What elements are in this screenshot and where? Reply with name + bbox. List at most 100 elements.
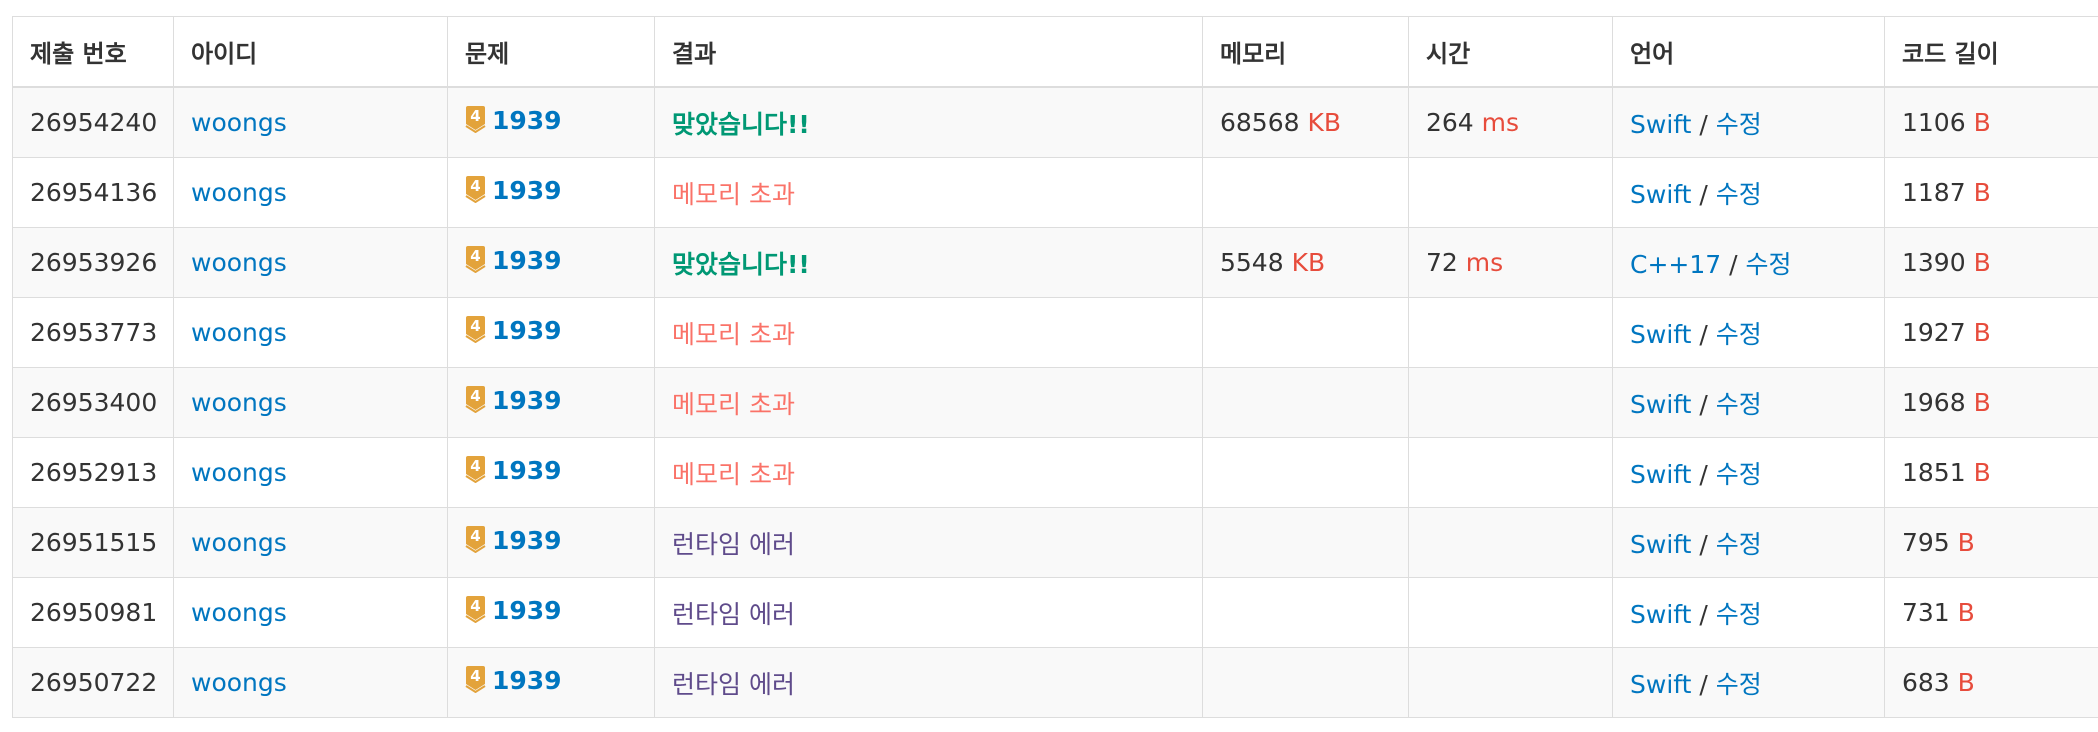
- user-id-cell: woongs: [173, 227, 448, 298]
- user-id-cell: woongs: [173, 437, 448, 508]
- problem-cell: 4 1939: [447, 367, 655, 438]
- tier-level-text: 4: [470, 457, 480, 475]
- code-length-value: 1927: [1902, 318, 1966, 347]
- submission-id-cell: 26954240: [12, 86, 174, 158]
- edit-link[interactable]: 수정: [1746, 250, 1792, 279]
- submission-id: 26950722: [30, 668, 158, 697]
- table-row: 26951515 woongs 4 1939 런타임 에러 Swift / 수정…: [12, 507, 2098, 578]
- problem-link[interactable]: 1939: [492, 246, 562, 275]
- code-length-cell: 683 B: [1884, 647, 2098, 718]
- result-cell: 맞았습니다!!: [654, 227, 1203, 298]
- edit-link[interactable]: 수정: [1716, 180, 1762, 209]
- problem-link[interactable]: 1939: [492, 176, 562, 205]
- problem-cell: 4 1939: [447, 227, 655, 298]
- problem-link[interactable]: 1939: [492, 106, 562, 135]
- edit-link[interactable]: 수정: [1716, 390, 1762, 419]
- gold-4-tier-icon: 4: [465, 526, 486, 559]
- user-id-link[interactable]: woongs: [191, 248, 287, 277]
- code-length-cell: 1968 B: [1884, 367, 2098, 438]
- table-row: 26950981 woongs 4 1939 런타임 에러 Swift / 수정…: [12, 577, 2098, 648]
- memory-cell: 5548 KB: [1202, 227, 1409, 298]
- code-length-unit: B: [1973, 248, 1991, 277]
- memory-cell: [1202, 157, 1409, 228]
- language-cell: C++17 / 수정: [1612, 227, 1885, 298]
- user-id-cell: woongs: [173, 157, 448, 228]
- memory-unit: KB: [1291, 248, 1326, 277]
- user-id-link[interactable]: woongs: [191, 668, 287, 697]
- problem-link[interactable]: 1939: [492, 596, 562, 625]
- user-id-link[interactable]: woongs: [191, 108, 287, 137]
- code-length-value: 731: [1902, 598, 1950, 627]
- table-row: 26950722 woongs 4 1939 런타임 에러 Swift / 수정…: [12, 647, 2098, 718]
- problem-link[interactable]: 1939: [492, 666, 562, 695]
- problem-link[interactable]: 1939: [492, 456, 562, 485]
- column-header-user-id: 아이디: [173, 16, 448, 88]
- time-cell: [1408, 507, 1613, 578]
- separator-slash: /: [1699, 179, 1708, 209]
- edit-link[interactable]: 수정: [1716, 530, 1762, 559]
- submission-id-cell: 26953926: [12, 227, 174, 298]
- edit-link[interactable]: 수정: [1716, 110, 1762, 139]
- language-link[interactable]: Swift: [1630, 180, 1691, 209]
- separator-slash: /: [1699, 389, 1708, 419]
- gold-4-tier-icon: 4: [465, 316, 486, 349]
- language-link[interactable]: Swift: [1630, 670, 1691, 699]
- submission-id-cell: 26954136: [12, 157, 174, 228]
- user-id-link[interactable]: woongs: [191, 528, 287, 557]
- problem-cell: 4 1939: [447, 577, 655, 648]
- language-link[interactable]: Swift: [1630, 530, 1691, 559]
- code-length-value: 1968: [1902, 388, 1966, 417]
- submission-id: 26953773: [30, 318, 158, 347]
- tier-level-text: 4: [470, 387, 480, 405]
- code-length-cell: 1187 B: [1884, 157, 2098, 228]
- language-cell: Swift / 수정: [1612, 577, 1885, 648]
- problem-cell: 4 1939: [447, 157, 655, 228]
- memory-unit: KB: [1307, 108, 1342, 137]
- result-cell: 런타임 에러: [654, 577, 1203, 648]
- language-cell: Swift / 수정: [1612, 367, 1885, 438]
- column-header-submission-id: 제출 번호: [12, 16, 174, 88]
- table-row: 26954136 woongs 4 1939 메모리 초과 Swift / 수정…: [12, 157, 2098, 228]
- language-link[interactable]: C++17: [1630, 250, 1721, 279]
- code-length-cell: 1927 B: [1884, 297, 2098, 368]
- problem-link[interactable]: 1939: [492, 316, 562, 345]
- result-cell: 런타임 에러: [654, 507, 1203, 578]
- submission-id-cell: 26953773: [12, 297, 174, 368]
- code-length-unit: B: [1973, 388, 1991, 417]
- user-id-cell: woongs: [173, 297, 448, 368]
- code-length-cell: 795 B: [1884, 507, 2098, 578]
- language-link[interactable]: Swift: [1630, 600, 1691, 629]
- language-link[interactable]: Swift: [1630, 390, 1691, 419]
- result-cell: 메모리 초과: [654, 367, 1203, 438]
- language-cell: Swift / 수정: [1612, 86, 1885, 158]
- gold-4-tier-icon: 4: [465, 666, 486, 699]
- user-id-link[interactable]: woongs: [191, 318, 287, 347]
- edit-link[interactable]: 수정: [1716, 460, 1762, 489]
- problem-link[interactable]: 1939: [492, 526, 562, 555]
- problem-link[interactable]: 1939: [492, 386, 562, 415]
- user-id-link[interactable]: woongs: [191, 388, 287, 417]
- table-header-row: 제출 번호 아이디 문제 결과 메모리 시간 언어 코드 길이: [12, 16, 2098, 88]
- code-length-value: 1851: [1902, 458, 1966, 487]
- column-header-language: 언어: [1612, 16, 1885, 88]
- edit-link[interactable]: 수정: [1716, 600, 1762, 629]
- edit-link[interactable]: 수정: [1716, 670, 1762, 699]
- code-length-cell: 1390 B: [1884, 227, 2098, 298]
- language-link[interactable]: Swift: [1630, 320, 1691, 349]
- language-link[interactable]: Swift: [1630, 110, 1691, 139]
- user-id-link[interactable]: woongs: [191, 178, 287, 207]
- submission-status-table-container: 제출 번호 아이디 문제 결과 메모리 시간 언어 코드 길이 26954240…: [12, 16, 2098, 718]
- user-id-link[interactable]: woongs: [191, 598, 287, 627]
- submission-id: 26950981: [30, 598, 158, 627]
- user-id-cell: woongs: [173, 577, 448, 648]
- user-id-link[interactable]: woongs: [191, 458, 287, 487]
- result-text: 메모리 초과: [672, 179, 795, 209]
- column-header-time: 시간: [1408, 16, 1613, 88]
- code-length-unit: B: [1973, 178, 1991, 207]
- edit-link[interactable]: 수정: [1716, 320, 1762, 349]
- language-link[interactable]: Swift: [1630, 460, 1691, 489]
- code-length-cell: 731 B: [1884, 577, 2098, 648]
- result-text: 메모리 초과: [672, 459, 795, 489]
- language-cell: Swift / 수정: [1612, 297, 1885, 368]
- time-value: 264: [1426, 108, 1474, 137]
